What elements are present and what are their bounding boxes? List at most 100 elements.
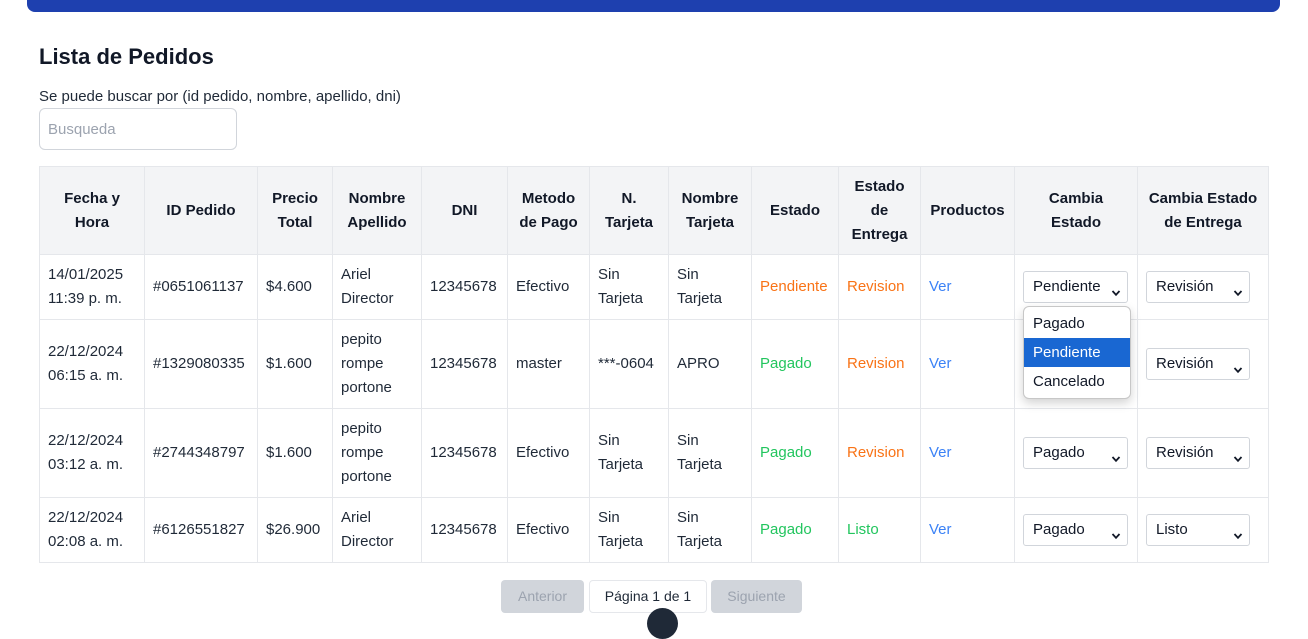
chevron-down-icon (1233, 448, 1243, 463)
chevron-down-icon (1111, 282, 1121, 297)
products-cell: Ver (920, 254, 1015, 320)
search-input[interactable] (39, 108, 237, 150)
chevron-down-icon (1111, 525, 1121, 540)
column-header-label: N. (621, 189, 637, 207)
card-number-cell: Sin Tarjeta (589, 497, 669, 563)
date-cell-text: 22/12/2024 (48, 509, 124, 526)
price-cell: $1.600 (257, 408, 333, 498)
change-delivery-select[interactable]: Revisión (1146, 348, 1250, 380)
column-header-label: Nombre (348, 189, 406, 207)
change-delivery-select[interactable]: Revisión (1146, 271, 1250, 303)
date-cell: 22/12/2024 06:15 a. m. (39, 319, 145, 409)
view-products-link[interactable]: Ver (929, 355, 952, 372)
card-number-cell-text: Sin (598, 266, 620, 283)
card-number-cell-text: Tarjeta (598, 533, 644, 550)
delivery-status-cell: Revision (838, 319, 921, 409)
dni-cell-text: 12345678 (430, 355, 497, 372)
top-banner (27, 0, 1280, 12)
page-indicator: Página 1 de 1 (589, 580, 707, 613)
card-number-cell-text: Tarjeta (598, 290, 644, 307)
previous-page-button[interactable]: Anterior (501, 580, 584, 613)
card-number-cell-text: Sin (598, 432, 620, 449)
dni-cell: 12345678 (421, 319, 508, 409)
estado-dropdown-list[interactable]: Pagado Pendiente Cancelado (1023, 306, 1131, 399)
column-header-label: Estado (854, 177, 905, 195)
column-header: Precio Total (257, 166, 333, 255)
delivery-status-cell-text: Revision (847, 278, 905, 295)
view-products-link[interactable]: Ver (929, 444, 952, 461)
card-number-cell-text: Tarjeta (598, 456, 644, 473)
column-header-label: Precio (272, 189, 318, 207)
pagination: Anterior Página 1 de 1 Siguiente (0, 580, 1308, 613)
dni-cell-text: 12345678 (430, 521, 497, 538)
floating-chat-button[interactable] (647, 608, 678, 639)
price-cell-text: $1.600 (266, 355, 312, 372)
name-cell-text: Director (341, 533, 394, 550)
status-cell-text: Pagado (760, 444, 812, 461)
column-header-label: Estado (1050, 213, 1101, 231)
column-header: Productos (920, 166, 1015, 255)
status-cell-text: Pendiente (760, 278, 828, 295)
dni-cell: 12345678 (421, 408, 508, 498)
date-cell-text: 11:39 p. m. (48, 290, 122, 307)
view-products-link[interactable]: Ver (929, 278, 952, 295)
date-cell-text: 03:12 a. m. (48, 456, 124, 473)
dropdown-option[interactable]: Cancelado (1024, 367, 1130, 396)
column-header-label: de (870, 201, 889, 219)
dropdown-option[interactable]: Pagado (1024, 309, 1130, 338)
view-products-link[interactable]: Ver (929, 521, 952, 538)
status-cell: Pagado (751, 319, 839, 409)
change-delivery-select[interactable]: Revisión (1146, 437, 1250, 469)
change-status-select[interactable]: Pendiente (1023, 271, 1128, 303)
column-header-label: Entrega (851, 225, 908, 243)
card-name-cell: Sin Tarjeta (668, 254, 752, 320)
table-header-row: Fecha y Hora ID Pedido Precio Total Nombre Ape… (39, 166, 1269, 255)
change-status-select[interactable]: Pagado (1023, 514, 1128, 546)
column-header-label: Cambia (1048, 189, 1104, 207)
change-delivery-cell: Listo (1137, 497, 1269, 563)
column-header-label: Tarjeta (685, 213, 735, 231)
dni-cell: 12345678 (421, 497, 508, 563)
change-status-value: Pagado (1033, 521, 1085, 538)
column-header: Fecha y Hora (39, 166, 145, 255)
order-id-cell-text: #1329080335 (153, 355, 245, 372)
page-title: Lista de Pedidos (39, 44, 214, 69)
column-header-label: Apellido (347, 213, 407, 231)
order-id-cell: #1329080335 (144, 319, 258, 409)
column-header-label: de Entrega (1164, 213, 1242, 231)
change-delivery-value: Listo (1156, 521, 1188, 538)
order-id-cell-text: #6126551827 (153, 521, 245, 538)
card-number-cell: ***-0604 (589, 319, 669, 409)
order-id-cell-text: #0651061137 (153, 278, 244, 295)
payment-method-cell: master (507, 319, 590, 409)
column-header: Nombre Tarjeta (668, 166, 752, 255)
change-status-value: Pendiente (1033, 278, 1101, 295)
card-name-cell-text: Tarjeta (677, 456, 723, 473)
column-header: Metodo de Pago (507, 166, 590, 255)
change-status-value: Pagado (1033, 444, 1085, 461)
name-cell-text: rompe (341, 444, 384, 461)
payment-method-cell-text: master (516, 355, 562, 372)
name-cell-text: portone (341, 468, 392, 485)
order-id-cell-text: #2744348797 (153, 444, 245, 461)
dropdown-option[interactable]: Pendiente (1024, 338, 1130, 367)
chevron-down-icon (1111, 448, 1121, 463)
change-delivery-cell: Revisión (1137, 319, 1269, 409)
status-cell: Pagado (751, 408, 839, 498)
next-page-button[interactable]: Siguiente (711, 580, 802, 613)
date-cell: 22/12/2024 02:08 a. m. (39, 497, 145, 563)
products-cell: Ver (920, 319, 1015, 409)
change-status-select[interactable]: Pagado (1023, 437, 1128, 469)
name-cell: pepito rompe portone (332, 319, 422, 409)
price-cell: $1.600 (257, 319, 333, 409)
card-name-cell-text: Sin (677, 432, 699, 449)
change-delivery-select[interactable]: Listo (1146, 514, 1250, 546)
payment-method-cell: Efectivo (507, 408, 590, 498)
card-number-cell: Sin Tarjeta (589, 254, 669, 320)
date-cell-text: 06:15 a. m. (48, 367, 124, 384)
name-cell-text: pepito (341, 420, 382, 437)
column-header-label: DNI (451, 201, 478, 219)
column-header-label: Tarjeta (604, 213, 654, 231)
change-delivery-cell: Revisión (1137, 408, 1269, 498)
column-header: Nombre Apellido (332, 166, 422, 255)
